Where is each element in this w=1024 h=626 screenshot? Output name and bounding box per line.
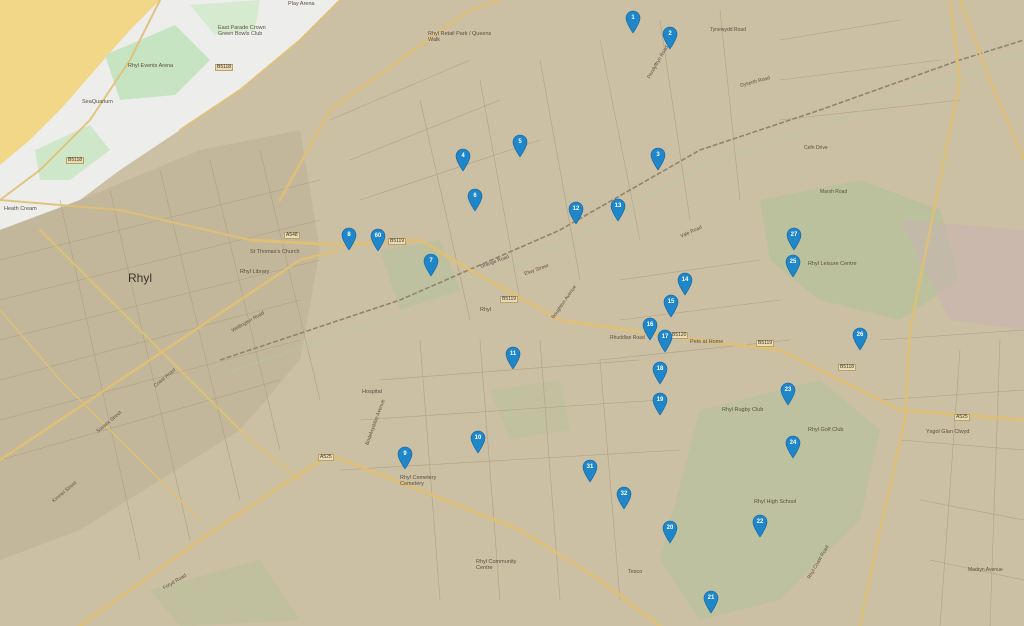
map-marker-26[interactable]: 26 xyxy=(852,327,868,351)
marker-label: 24 xyxy=(789,440,797,446)
marker-label: 12 xyxy=(572,206,580,212)
marker-label: 31 xyxy=(586,464,594,470)
map-view[interactable]: Rhyl Play Arena East Parade Crown Green … xyxy=(0,0,1024,626)
map-marker-22[interactable]: 22 xyxy=(752,514,768,538)
map-marker-60[interactable]: 60 xyxy=(370,228,386,252)
poi-label: Rhyl Cemetery Cemetery xyxy=(400,475,437,487)
map-marker-14[interactable]: 14 xyxy=(677,272,693,296)
poi-label: Rhyl Leisure Centre xyxy=(808,261,857,267)
marker-label: 1 xyxy=(631,15,635,21)
marker-label: 11 xyxy=(509,351,517,357)
marker-label: 21 xyxy=(707,595,715,601)
road-label: Marsh Road xyxy=(820,189,848,195)
road-number-shield: B5118 xyxy=(838,364,857,371)
poi-label: Rhyl Rugby Club xyxy=(722,407,764,413)
road-label: Madryn Avenue xyxy=(968,567,1003,573)
poi-label: Rhyl Community Centre xyxy=(476,559,517,571)
map-marker-11[interactable]: 11 xyxy=(505,346,521,370)
poi-label: St Thomas's Church xyxy=(250,249,300,255)
poi-label: Heath Cream xyxy=(4,206,37,212)
marker-label: 16 xyxy=(646,322,654,328)
road-number-shield: B5119 xyxy=(388,238,407,245)
marker-label: 5 xyxy=(518,139,522,145)
marker-label: 23 xyxy=(784,387,792,393)
poi-label: Rhyl Retail Park / Queens Walk xyxy=(428,31,492,43)
marker-label: 17 xyxy=(661,334,669,340)
marker-label: 9 xyxy=(403,451,407,457)
road-number-shield: B5118 xyxy=(66,157,85,164)
map-marker-10[interactable]: 10 xyxy=(470,430,486,454)
road-number-shield: B5119 xyxy=(756,340,775,347)
map-marker-24[interactable]: 24 xyxy=(785,435,801,459)
road-label: Rhuddlan Road xyxy=(610,335,645,341)
poi-label: Pets at Home xyxy=(690,339,724,345)
map-marker-9[interactable]: 9 xyxy=(397,446,413,470)
marker-label: 8 xyxy=(347,232,351,238)
road-number-shield: B5119 xyxy=(500,296,519,303)
poi-label: Tesco xyxy=(628,569,643,575)
poi-label: East Parade Crown Green Bowls Club xyxy=(218,25,266,37)
map-marker-25[interactable]: 25 xyxy=(785,254,801,278)
marker-label: 19 xyxy=(656,397,664,403)
poi-label: Rhyl Golf Club xyxy=(808,427,844,433)
marker-label: 60 xyxy=(374,233,382,239)
poi-label: Rhyl Events Arena xyxy=(128,63,174,69)
marker-label: 10 xyxy=(474,435,482,441)
poi-label: Play Arena xyxy=(288,1,315,7)
map-marker-19[interactable]: 19 xyxy=(652,392,668,416)
poi-label: Rhyl xyxy=(480,307,492,313)
marker-label: 13 xyxy=(614,203,622,209)
road-label: Tynewydd Road xyxy=(710,27,746,33)
map-marker-13[interactable]: 13 xyxy=(610,198,626,222)
map-marker-4[interactable]: 4 xyxy=(455,148,471,172)
road-label: Cefn Drive xyxy=(804,145,828,151)
marker-label: 27 xyxy=(790,232,798,238)
marker-label: 4 xyxy=(461,153,465,159)
marker-label: 26 xyxy=(856,332,864,338)
map-marker-7[interactable]: 7 xyxy=(423,253,439,277)
map-marker-20[interactable]: 20 xyxy=(662,520,678,544)
poi-label: Hospital xyxy=(362,389,382,395)
marker-label: 20 xyxy=(666,525,674,531)
poi-label: Rhyl Library xyxy=(240,269,270,275)
marker-label: 2 xyxy=(668,31,672,37)
marker-label: 25 xyxy=(789,259,797,265)
map-marker-31[interactable]: 31 xyxy=(582,459,598,483)
map-marker-3[interactable]: 3 xyxy=(650,147,666,171)
marker-label: 32 xyxy=(620,491,628,497)
historic-map-basemap[interactable] xyxy=(0,0,1024,626)
map-marker-18[interactable]: 18 xyxy=(652,361,668,385)
map-marker-17[interactable]: 17 xyxy=(657,329,673,353)
map-marker-23[interactable]: 23 xyxy=(780,382,796,406)
map-marker-15[interactable]: 15 xyxy=(663,294,679,318)
road-number-shield: A548 xyxy=(284,232,300,239)
town-label: Rhyl xyxy=(128,271,153,285)
marker-label: 14 xyxy=(681,277,689,283)
map-marker-1[interactable]: 1 xyxy=(625,10,641,34)
map-marker-5[interactable]: 5 xyxy=(512,134,528,158)
poi-label: SeaQuarium xyxy=(82,99,113,105)
map-marker-21[interactable]: 21 xyxy=(703,590,719,614)
map-marker-8[interactable]: 8 xyxy=(341,227,357,251)
poi-label: Rhyl High School xyxy=(754,499,797,505)
marker-label: 3 xyxy=(656,152,660,158)
road-number-shield: B5118 xyxy=(215,64,234,71)
map-marker-6[interactable]: 6 xyxy=(467,188,483,212)
road-number-shield: A525 xyxy=(318,454,334,461)
marker-label: 18 xyxy=(656,366,664,372)
map-marker-32[interactable]: 32 xyxy=(616,486,632,510)
marker-label: 6 xyxy=(473,193,477,199)
road-number-shield: A525 xyxy=(954,414,970,421)
marker-label: 15 xyxy=(667,299,675,305)
map-marker-12[interactable]: 12 xyxy=(568,201,584,225)
poi-label: Ysgol Glan Clwyd xyxy=(926,429,970,435)
map-marker-2[interactable]: 2 xyxy=(662,26,678,50)
marker-label: 7 xyxy=(429,258,433,264)
map-marker-16[interactable]: 16 xyxy=(642,317,658,341)
map-marker-27[interactable]: 27 xyxy=(786,227,802,251)
marker-label: 22 xyxy=(756,519,764,525)
